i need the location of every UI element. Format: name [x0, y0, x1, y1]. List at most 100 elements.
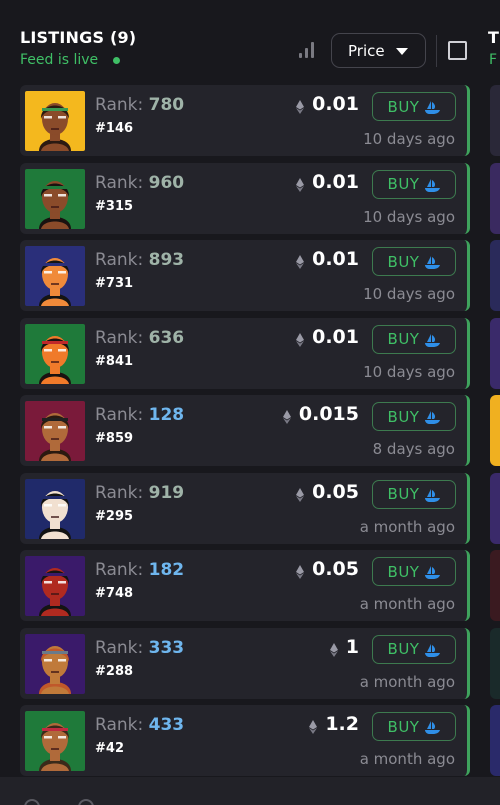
- nft-avatar[interactable]: [25, 323, 85, 384]
- eth-icon: [296, 252, 305, 269]
- rank-value: 433: [148, 715, 185, 735]
- listings-title: LISTINGS (9): [20, 28, 137, 47]
- opensea-boat-icon: [425, 333, 441, 347]
- nft-avatar[interactable]: [25, 478, 85, 539]
- listed-time: a month ago: [359, 672, 455, 691]
- listing-card[interactable]: Rank: 636 #841 0.01 BUY 10 days ago: [20, 317, 470, 389]
- listing-card[interactable]: Rank: 433 #42 1.2 BUY a month ago: [20, 705, 470, 776]
- buy-label: BUY: [387, 97, 420, 116]
- listing-card[interactable]: Rank: 182 #748 0.05 BUY a month ago: [20, 550, 470, 621]
- buy-label: BUY: [387, 562, 420, 581]
- nft-avatar[interactable]: [25, 556, 85, 616]
- next-column-card[interactable]: [490, 550, 500, 621]
- nft-avatar[interactable]: [25, 91, 85, 151]
- opensea-boat-icon: [425, 100, 441, 114]
- rank-label: Rank:: [95, 250, 144, 270]
- buy-button[interactable]: BUY: [372, 712, 456, 741]
- footer-icon[interactable]: [78, 799, 94, 805]
- buy-button[interactable]: BUY: [372, 557, 456, 586]
- listing-card[interactable]: Rank: 893 #731 0.01 BUY 10 days ago: [20, 240, 470, 311]
- price: 0.01: [296, 171, 359, 193]
- eth-icon: [296, 485, 305, 502]
- next-column-card[interactable]: [490, 705, 500, 776]
- rank-value: 182: [148, 560, 185, 580]
- select-checkbox[interactable]: [448, 41, 467, 60]
- rank-value: 636: [148, 327, 185, 348]
- buy-button[interactable]: BUY: [372, 324, 456, 354]
- listed-time: 10 days ago: [363, 362, 455, 381]
- rank-label: Rank:: [95, 405, 144, 425]
- next-column-card[interactable]: [490, 317, 500, 389]
- token-id: #288: [95, 663, 134, 679]
- buy-button[interactable]: BUY: [372, 92, 456, 121]
- listing-card[interactable]: Rank: 333 #288 1 BUY a month ago: [20, 627, 470, 699]
- listing-card[interactable]: Rank: 780 #146 0.01 BUY 10 days ago: [20, 85, 470, 156]
- token-id: #295: [95, 508, 134, 524]
- rank-text: Rank: 433: [95, 715, 184, 735]
- next-column-card[interactable]: [490, 85, 500, 156]
- price-value: 1.2: [325, 713, 359, 735]
- nft-avatar[interactable]: [25, 246, 85, 306]
- price-value: 0.015: [298, 403, 359, 425]
- sort-dropdown[interactable]: Price: [331, 33, 426, 68]
- opensea-boat-icon: [425, 643, 441, 657]
- opensea-boat-icon: [425, 255, 441, 269]
- listed-time: a month ago: [359, 595, 455, 613]
- next-column-feed: F: [489, 52, 498, 68]
- rank-text: Rank: 182: [95, 560, 184, 580]
- nft-avatar[interactable]: [25, 711, 85, 771]
- opensea-boat-icon: [425, 720, 441, 734]
- footer-icon[interactable]: [24, 799, 40, 805]
- listed-time: 10 days ago: [363, 207, 455, 226]
- price-value: 1: [345, 635, 359, 658]
- buy-label: BUY: [387, 485, 420, 503]
- next-column-title: T: [488, 28, 499, 47]
- price: 1: [329, 635, 359, 658]
- price-value: 0.01: [312, 93, 359, 115]
- listed-time: 10 days ago: [363, 285, 455, 303]
- nft-avatar[interactable]: [25, 168, 85, 229]
- buy-button[interactable]: BUY: [372, 634, 456, 664]
- token-id: #748: [95, 586, 134, 601]
- buy-button[interactable]: BUY: [372, 169, 456, 199]
- price: 0.015: [282, 403, 359, 425]
- next-column-card[interactable]: [490, 162, 500, 234]
- token-id: #42: [95, 741, 124, 756]
- listing-card[interactable]: Rank: 919 #295 0.05 BUY a month ago: [20, 472, 470, 544]
- listed-time: a month ago: [359, 750, 455, 768]
- next-column-card[interactable]: [490, 395, 500, 466]
- buy-label: BUY: [387, 717, 420, 736]
- price-value: 0.05: [312, 558, 359, 580]
- rank-text: Rank: 960: [95, 173, 184, 193]
- next-column-card[interactable]: [490, 472, 500, 544]
- buy-label: BUY: [387, 330, 420, 348]
- eth-icon: [329, 640, 338, 657]
- token-id: #315: [95, 198, 134, 214]
- listing-list: Rank: 780 #146 0.01 BUY 10 days ago Rank: 960…: [20, 85, 470, 783]
- rank-label: Rank:: [95, 327, 144, 348]
- rank-label: Rank:: [95, 715, 144, 735]
- listed-time: a month ago: [359, 517, 455, 536]
- opensea-boat-icon: [425, 488, 441, 502]
- buy-label: BUY: [387, 252, 420, 271]
- buy-button[interactable]: BUY: [372, 402, 456, 431]
- rank-label: Rank:: [95, 172, 144, 193]
- sort-dropdown-label: Price: [348, 41, 385, 60]
- rank-text: Rank: 919: [95, 483, 184, 503]
- listed-time: 8 days ago: [372, 440, 455, 458]
- nft-avatar[interactable]: [25, 401, 85, 461]
- rank-label: Rank:: [95, 560, 144, 580]
- token-id: #859: [95, 431, 134, 446]
- buy-button[interactable]: BUY: [372, 479, 456, 509]
- listing-card[interactable]: Rank: 128 #859 0.015 BUY 8 days ago: [20, 395, 470, 466]
- rank-value: 333: [148, 637, 185, 658]
- nft-avatar[interactable]: [25, 633, 85, 694]
- buy-button[interactable]: BUY: [372, 247, 456, 276]
- price: 0.05: [296, 558, 359, 580]
- next-column-card[interactable]: [490, 240, 500, 311]
- signal-bars-icon[interactable]: [299, 40, 319, 58]
- price: 1.2: [309, 713, 359, 735]
- next-column-card[interactable]: [490, 627, 500, 699]
- listing-card[interactable]: Rank: 960 #315 0.01 BUY 10 days ago: [20, 162, 470, 234]
- footer-bar: [0, 777, 500, 805]
